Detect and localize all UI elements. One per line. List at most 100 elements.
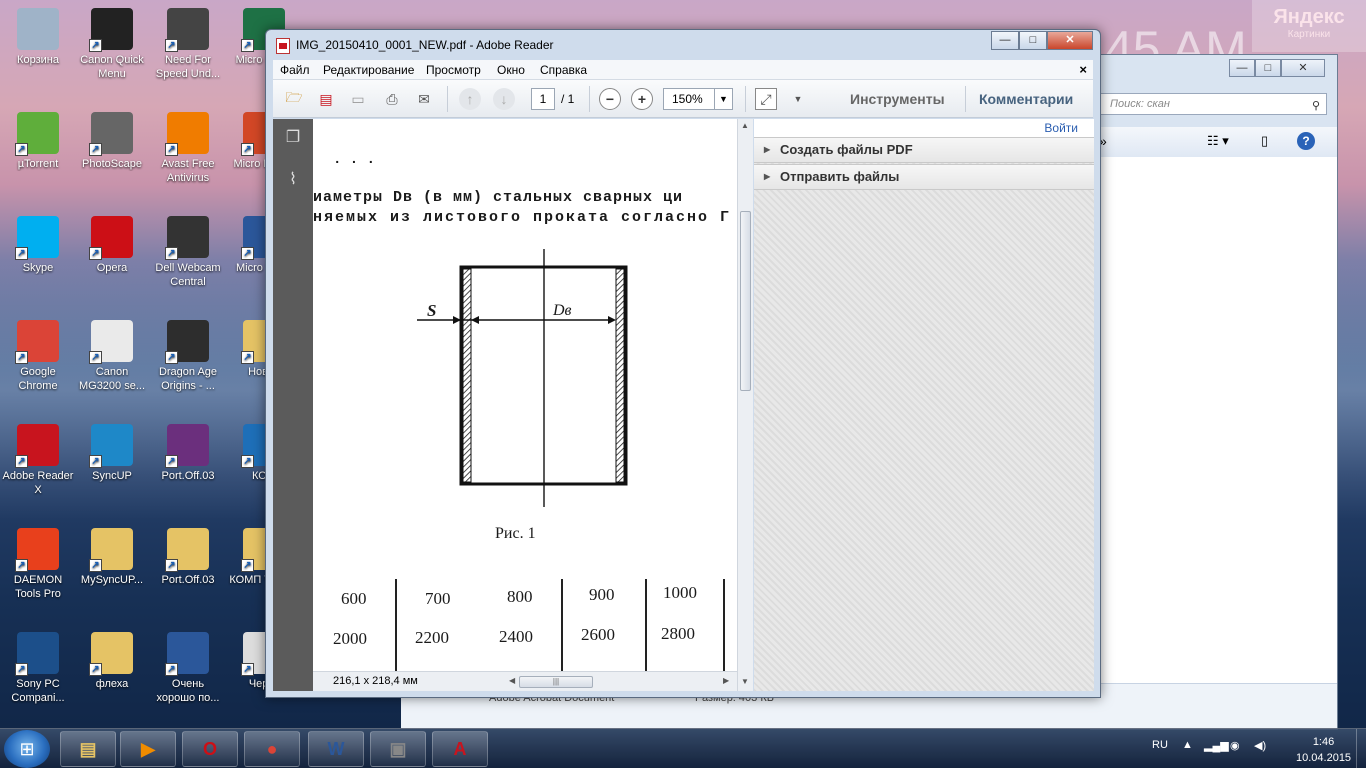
- desktop-icon[interactable]: ↗ Port.Off.03: [152, 524, 224, 587]
- taskbar-app-adobe-reader[interactable]: A: [432, 731, 488, 767]
- scroll-thumb[interactable]: [740, 211, 751, 391]
- shortcut-arrow-icon: ↗: [165, 247, 178, 260]
- desktop-icon[interactable]: ↗ DAEMON Tools Pro: [2, 524, 74, 601]
- menu-file[interactable]: Файл: [280, 63, 310, 77]
- scroll-thumb[interactable]: |||: [519, 676, 593, 688]
- desktop-icon[interactable]: ↗ Google Chrome: [2, 316, 74, 393]
- desktop-icon[interactable]: ↗ Canon Quick Menu: [76, 4, 148, 81]
- reader-titlebar[interactable]: IMG_20150410_0001_NEW.pdf - Adobe Reader…: [266, 30, 1100, 58]
- scroll-left-icon[interactable]: ◀: [509, 676, 515, 685]
- search-input[interactable]: Поиск: скан ⚲: [1099, 93, 1327, 115]
- page-number-input[interactable]: 1: [531, 88, 555, 110]
- desktop-icon[interactable]: ↗ Opera: [76, 212, 148, 275]
- open-file-icon[interactable]: 🗁: [283, 88, 305, 110]
- maximize-button[interactable]: □: [1019, 31, 1047, 50]
- menu-help[interactable]: Справка: [540, 63, 587, 77]
- table-cell: 2200: [415, 628, 449, 647]
- zoom-select[interactable]: 150% ▼: [663, 88, 733, 110]
- help-icon[interactable]: ?: [1297, 132, 1315, 150]
- preview-pane-icon[interactable]: ▯: [1261, 133, 1268, 149]
- desktop-icon[interactable]: ↗ SyncUP: [76, 420, 148, 483]
- close-button[interactable]: ✕: [1047, 31, 1093, 50]
- comments-tab[interactable]: Комментарии: [979, 91, 1073, 107]
- previous-page-icon[interactable]: ↑: [459, 88, 481, 110]
- desktop-icon[interactable]: ↗ PhotoScape: [76, 108, 148, 171]
- system-clock[interactable]: 1:46 10.04.2015: [1296, 734, 1351, 766]
- scroll-up-icon[interactable]: ▲: [741, 121, 749, 130]
- create-pdf-icon[interactable]: ▤: [315, 88, 337, 110]
- start-button[interactable]: ⊞: [4, 730, 50, 768]
- create-pdf-section[interactable]: Создать файлы PDF: [754, 137, 1094, 163]
- desktop-icon[interactable]: ↗ Dell Webcam Central: [152, 212, 224, 289]
- taskbar-app-word[interactable]: W: [308, 731, 364, 767]
- desktop-icon[interactable]: ↗ MySyncUP...: [76, 524, 148, 587]
- taskbar-app-chrome[interactable]: ●: [244, 731, 300, 767]
- close-button[interactable]: ✕: [1281, 59, 1325, 77]
- desktop-icon[interactable]: ↗ флеха: [76, 628, 148, 691]
- view-options-icon[interactable]: ☷ ▾: [1207, 133, 1229, 149]
- label-s: S: [427, 301, 437, 320]
- webcam-tray-icon[interactable]: ◉: [1230, 739, 1240, 752]
- close-document-icon[interactable]: ×: [1079, 62, 1087, 77]
- desktop-icon[interactable]: Корзина: [2, 4, 74, 67]
- zoom-out-icon[interactable]: −: [599, 88, 621, 110]
- taskbar-app-media-player[interactable]: ▶: [120, 731, 176, 767]
- table-divider: [723, 579, 725, 671]
- adobe-reader-icon: ↗: [15, 424, 59, 468]
- taskbar-app-photoscape[interactable]: ▣: [370, 731, 426, 767]
- sign-in-link[interactable]: Войти: [754, 119, 1094, 137]
- horizontal-scrollbar[interactable]: 216,1 x 218,4 мм ◀ ||| ▶: [313, 671, 737, 691]
- minimize-button[interactable]: —: [991, 31, 1019, 50]
- chevron-down-icon[interactable]: ▼: [714, 89, 732, 109]
- shortcut-arrow-icon: ↗: [241, 559, 254, 572]
- chrome-icon: ↗: [15, 320, 59, 364]
- page-thumbnails-icon[interactable]: ❐: [282, 127, 304, 149]
- show-desktop-button[interactable]: [1356, 729, 1366, 768]
- menu-view[interactable]: Просмотр: [426, 63, 481, 77]
- taskbar-app-explorer[interactable]: ▤: [60, 731, 116, 767]
- search-icon[interactable]: ⚲: [1312, 96, 1320, 116]
- menu-window[interactable]: Окно: [497, 63, 525, 77]
- fullscreen-icon[interactable]: ⤢: [755, 88, 777, 110]
- shortcut-arrow-icon: ↗: [165, 143, 178, 156]
- tools-tab[interactable]: Инструменты: [850, 91, 945, 107]
- document-view[interactable]: · · · иаметры Dв (в мм) стальных сварных…: [313, 119, 737, 671]
- attachments-icon[interactable]: ⌇: [282, 169, 304, 191]
- explorer-file-list[interactable]: [1091, 157, 1337, 697]
- email-icon[interactable]: ✉: [413, 88, 435, 110]
- adobe-reader-window[interactable]: IMG_20150410_0001_NEW.pdf - Adobe Reader…: [265, 29, 1101, 698]
- desktop-icon[interactable]: ↗ Skype: [2, 212, 74, 275]
- minimize-button[interactable]: —: [1229, 59, 1255, 77]
- show-hidden-icons-icon[interactable]: ▲: [1182, 739, 1193, 751]
- next-page-icon[interactable]: ↓: [493, 88, 515, 110]
- desktop-icon[interactable]: ↗ Dragon Age Origins - ...: [152, 316, 224, 393]
- desktop-icon[interactable]: ↗ Canon MG3200 se...: [76, 316, 148, 393]
- scroll-right-icon[interactable]: ▶: [723, 676, 729, 685]
- volume-icon[interactable]: ◀): [1254, 739, 1266, 752]
- network-icon[interactable]: ▂▄▆: [1204, 739, 1229, 752]
- desktop-icon[interactable]: ↗ Need For Speed Und...: [152, 4, 224, 81]
- scroll-down-icon[interactable]: ▼: [741, 677, 749, 686]
- watermark-sub: Картинки: [1287, 29, 1331, 40]
- explorer-titlebar[interactable]: — □ ✕: [1091, 55, 1337, 85]
- maximize-button[interactable]: □: [1255, 59, 1281, 77]
- shortcut-arrow-icon: ↗: [165, 39, 178, 52]
- explorer-window[interactable]: — □ ✕ Поиск: скан ⚲ » ☷ ▾ ▯ ? Adobe Acro…: [401, 54, 1338, 730]
- chrome-icon: ●: [266, 738, 278, 759]
- send-files-section[interactable]: Отправить файлы: [754, 164, 1094, 190]
- menu-edit[interactable]: Редактирование: [323, 63, 414, 77]
- taskbar-app-opera[interactable]: O: [182, 731, 238, 767]
- desktop-icon[interactable]: ↗ Port.Off.03: [152, 420, 224, 483]
- vertical-scrollbar[interactable]: ▲ ▼: [737, 119, 753, 691]
- table-cell: 800: [507, 587, 533, 606]
- zoom-in-icon[interactable]: +: [631, 88, 653, 110]
- desktop-icon[interactable]: ↗ µTorrent: [2, 108, 74, 171]
- desktop-icon[interactable]: ↗ Sony PC Compani...: [2, 628, 74, 705]
- language-indicator[interactable]: RU: [1152, 739, 1168, 751]
- desktop-icon[interactable]: ↗ Очень хорошо по...: [152, 628, 224, 705]
- desktop-icon[interactable]: ↗ Avast Free Antivirus: [152, 108, 224, 185]
- save-icon[interactable]: ▭: [347, 88, 369, 110]
- desktop-icon[interactable]: ↗ Adobe Reader X: [2, 420, 74, 497]
- print-icon[interactable]: ⎙: [381, 88, 403, 110]
- toolbar-menu-icon[interactable]: ▼: [787, 88, 809, 110]
